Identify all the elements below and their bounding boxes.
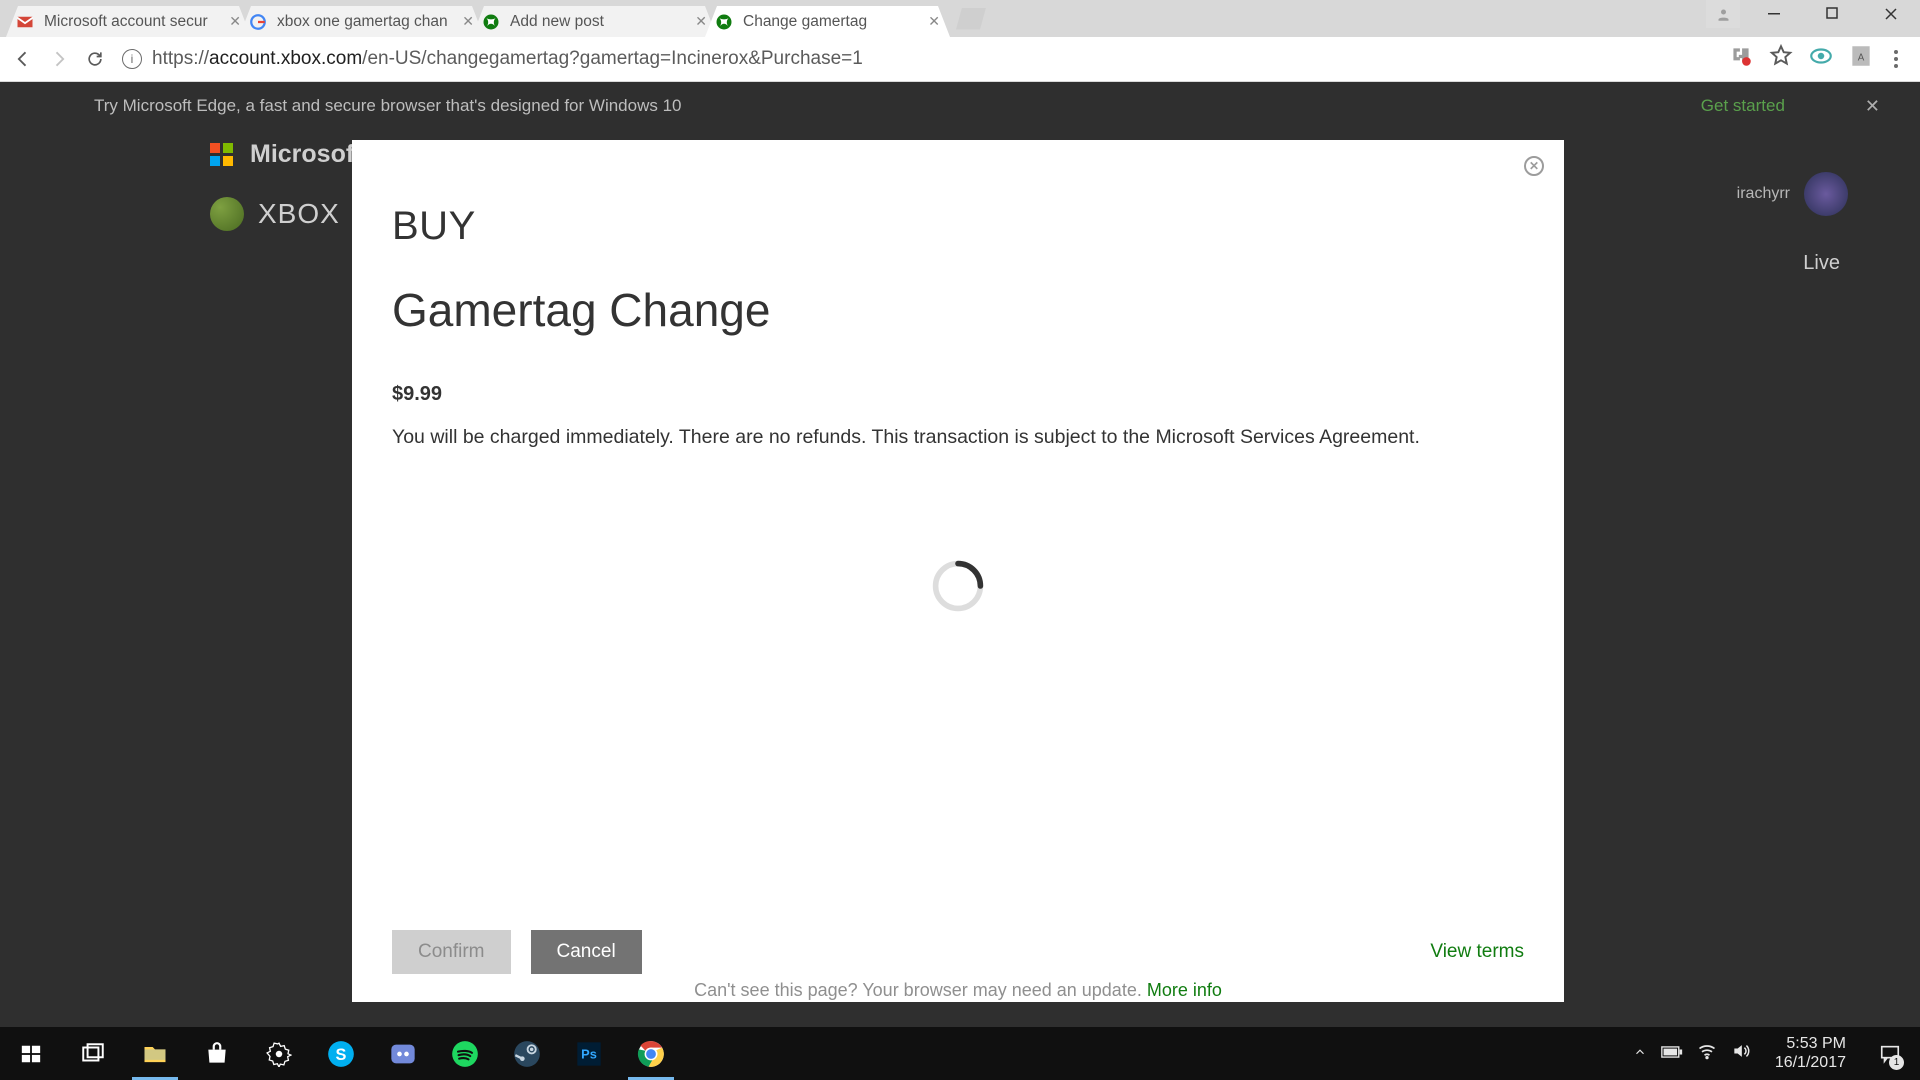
system-tray: 5:53 PM 16/1/2017 1: [1633, 1027, 1920, 1080]
action-center-button[interactable]: 1: [1866, 1027, 1914, 1080]
battery-icon[interactable]: [1661, 1044, 1683, 1064]
tab-addpost[interactable]: Add new post ✕: [472, 6, 717, 37]
more-info-link[interactable]: More info: [1147, 980, 1222, 1000]
modal-subline: Can't see this page? Your browser may ne…: [352, 980, 1564, 1002]
modal-heading: BUY: [392, 204, 1524, 249]
close-icon[interactable]: ✕: [928, 13, 940, 30]
close-icon[interactable]: ✕: [229, 13, 241, 30]
start-button[interactable]: [0, 1027, 62, 1080]
tab-label: Microsoft account secur: [44, 13, 223, 31]
back-button[interactable]: [8, 49, 38, 69]
eye-extension-icon[interactable]: [1808, 43, 1834, 75]
gmail-icon: [16, 13, 34, 31]
clock-time: 5:53 PM: [1775, 1035, 1846, 1053]
notification-badge: 1: [1889, 1055, 1904, 1070]
loading-spinner-icon: [930, 558, 986, 614]
tab-change-gamertag[interactable]: Change gamertag ✕: [705, 6, 950, 37]
modal-price: $9.99: [392, 383, 1524, 406]
svg-text:A: A: [1858, 52, 1865, 63]
chrome-menu-button[interactable]: [1888, 50, 1904, 68]
wifi-icon[interactable]: [1697, 1041, 1717, 1066]
modal-product-title: Gamertag Change: [392, 283, 1524, 337]
avatar: [1804, 172, 1848, 216]
chrome-profile-button[interactable]: [1706, 0, 1740, 28]
microsoft-logo-icon: [210, 143, 234, 167]
google-icon: [249, 13, 267, 31]
close-window-button[interactable]: [1862, 0, 1920, 28]
windows-taskbar: S Ps 5:53 PM 16/1/2017 1: [0, 1027, 1920, 1080]
toolbar-right-icons: A: [1728, 43, 1912, 75]
tab-label: Add new post: [510, 13, 689, 31]
confirm-button[interactable]: Confirm: [392, 930, 511, 974]
xbox-wordmark: XBOX: [258, 198, 340, 230]
extension-icon[interactable]: [1728, 43, 1754, 75]
close-icon[interactable]: ✕: [695, 13, 707, 30]
reload-button[interactable]: [80, 49, 110, 69]
purchase-modal: ✕ BUY Gamertag Change $9.99 You will be …: [352, 140, 1564, 1002]
minimize-button[interactable]: [1746, 0, 1804, 28]
xbox-logo-icon: [210, 197, 244, 231]
file-explorer-button[interactable]: [124, 1027, 186, 1080]
modal-description: You will be charged immediately. There a…: [392, 424, 1524, 450]
tab-gmail[interactable]: Microsoft account secur ✕: [6, 6, 251, 37]
forward-button[interactable]: [44, 49, 74, 69]
tab-google[interactable]: xbox one gamertag chan ✕: [239, 6, 484, 37]
window-controls: [1706, 0, 1920, 28]
tab-label: xbox one gamertag chan: [277, 13, 456, 31]
svg-text:Ps: Ps: [581, 1046, 597, 1061]
chrome-button[interactable]: [620, 1027, 682, 1080]
address-bar[interactable]: i https://account.xbox.com/en-US/changeg…: [116, 48, 1722, 70]
browser-tabstrip: Microsoft account secur ✕ xbox one gamer…: [0, 0, 1920, 37]
edge-get-started-link[interactable]: Get started: [1701, 96, 1785, 116]
edge-promo-text: Try Microsoft Edge, a fast and secure br…: [94, 96, 682, 116]
bookmark-star-icon[interactable]: [1768, 43, 1794, 75]
site-info-icon[interactable]: i: [122, 49, 142, 69]
settings-button[interactable]: [248, 1027, 310, 1080]
close-icon[interactable]: ✕: [462, 13, 474, 30]
nav-live-label[interactable]: Live: [1803, 252, 1840, 275]
url-text: https://account.xbox.com/en-US/changegam…: [152, 48, 863, 70]
skype-button[interactable]: S: [310, 1027, 372, 1080]
tab-label: Change gamertag: [743, 13, 922, 31]
maximize-button[interactable]: [1804, 0, 1862, 28]
svg-text:S: S: [336, 1045, 347, 1063]
xbox-icon: [482, 13, 500, 31]
store-button[interactable]: [186, 1027, 248, 1080]
spotify-button[interactable]: [434, 1027, 496, 1080]
discord-button[interactable]: [372, 1027, 434, 1080]
volume-icon[interactable]: [1731, 1041, 1751, 1066]
steam-button[interactable]: [496, 1027, 558, 1080]
modal-close-button[interactable]: ✕: [1524, 156, 1544, 176]
username-label: irachyrr: [1737, 185, 1790, 203]
page-backdrop: Try Microsoft Edge, a fast and secure br…: [0, 82, 1920, 1040]
cancel-button[interactable]: Cancel: [531, 930, 642, 974]
user-chip[interactable]: irachyrr: [1737, 172, 1848, 216]
browser-toolbar: i https://account.xbox.com/en-US/changeg…: [0, 37, 1920, 82]
clock-date: 16/1/2017: [1775, 1054, 1846, 1072]
new-tab-button[interactable]: [956, 8, 986, 30]
modal-footer: Confirm Cancel View terms: [392, 930, 1524, 974]
pdf-extension-icon[interactable]: A: [1848, 43, 1874, 75]
edge-promo-banner: Try Microsoft Edge, a fast and secure br…: [0, 82, 1920, 130]
taskbar-clock[interactable]: 5:53 PM 16/1/2017: [1775, 1035, 1846, 1072]
xbox-icon: [715, 13, 733, 31]
task-view-button[interactable]: [62, 1027, 124, 1080]
microsoft-wordmark: Microsoft: [250, 140, 363, 169]
tray-chevron-icon[interactable]: [1633, 1044, 1647, 1064]
view-terms-link[interactable]: View terms: [1430, 941, 1524, 963]
dismiss-banner-icon[interactable]: ✕: [1865, 96, 1880, 117]
photoshop-button[interactable]: Ps: [558, 1027, 620, 1080]
